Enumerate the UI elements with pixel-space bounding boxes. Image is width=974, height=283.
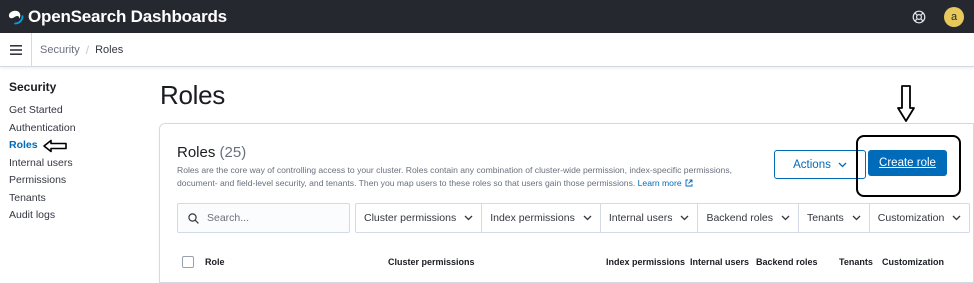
column-backend-roles[interactable]: Backend roles: [756, 257, 818, 267]
search-input[interactable]: [207, 212, 337, 224]
opensearch-logo-icon: [8, 10, 24, 24]
menu-toggle-button[interactable]: [0, 32, 32, 67]
filter-internal-users[interactable]: Internal users: [601, 204, 699, 232]
sidebar-item-label: Get Started: [9, 104, 63, 116]
filter-index-permissions[interactable]: Index permissions: [482, 204, 601, 232]
breadcrumb: Security / Roles: [40, 43, 123, 57]
chevron-down-icon: [464, 215, 473, 221]
filter-cluster-permissions[interactable]: Cluster permissions: [356, 204, 483, 232]
panel-title: Roles (25): [177, 144, 246, 161]
sidebar-item-label: Permissions: [9, 174, 67, 186]
sidebar-item-authentication[interactable]: Authentication: [9, 120, 139, 138]
filter-label: Cluster permissions: [364, 212, 457, 224]
sidebar-item-label: Tenants: [9, 191, 46, 204]
breadcrumb-bar: Security / Roles: [0, 32, 974, 67]
column-customization[interactable]: Customization: [882, 257, 944, 267]
help-icon[interactable]: [912, 10, 926, 24]
search-box[interactable]: [177, 203, 350, 233]
breadcrumb-security[interactable]: Security: [40, 44, 80, 56]
sidebar-item-tenants[interactable]: Tenants: [9, 190, 139, 208]
chevron-down-icon: [781, 215, 790, 221]
sidebar-item-label: Authentication: [9, 121, 76, 134]
filter-label: Customization: [877, 212, 945, 224]
sidebar-item-roles[interactable]: Roles: [9, 137, 139, 155]
select-all-checkbox[interactable]: [182, 256, 194, 268]
column-cluster-permissions[interactable]: Cluster permissions: [388, 257, 475, 267]
actions-button[interactable]: Actions: [774, 150, 866, 179]
sidebar-item-label: Audit logs: [9, 209, 56, 221]
sidebar-item-permissions[interactable]: Permissions: [9, 172, 139, 190]
filter-label: Backend roles: [706, 212, 773, 224]
learn-more-label: Learn more: [637, 177, 682, 188]
breadcrumb-roles: Roles: [95, 43, 124, 56]
column-index-permissions[interactable]: Index permissions: [606, 257, 685, 267]
filter-label: Internal users: [608, 212, 673, 224]
sidebar-item-internal-users[interactable]: Internal users: [9, 155, 139, 173]
top-header: OpenSearch Dashboards a: [0, 0, 974, 33]
chevron-down-icon: [952, 215, 961, 221]
header-actions: a: [912, 0, 964, 33]
sidebar-item-get-started[interactable]: Get Started: [9, 102, 139, 120]
filter-customization[interactable]: Customization: [870, 204, 970, 232]
sidebar-title: Security: [9, 80, 57, 94]
sidebar-item-audit-logs[interactable]: Audit logs: [9, 207, 139, 225]
hamburger-icon: [9, 44, 22, 55]
table-header: Role Cluster permissions Index permissio…: [160, 252, 974, 274]
filter-tenants[interactable]: Tenants: [799, 204, 870, 232]
brand-name: OpenSearch Dashboards: [28, 6, 227, 26]
create-role-label: Create role: [879, 157, 936, 169]
logo[interactable]: OpenSearch Dashboards: [8, 7, 227, 27]
chevron-down-icon: [680, 215, 689, 221]
column-role[interactable]: Role: [205, 257, 225, 267]
down-arrow-annotation-icon: [897, 85, 915, 122]
panel-title-text: Roles: [177, 144, 216, 161]
roles-panel: Roles (25) Roles are the core way of con…: [159, 85, 974, 283]
left-arrow-annotation-icon: [42, 139, 67, 153]
sidebar-item-label: Roles: [9, 139, 38, 151]
column-tenants[interactable]: Tenants: [839, 257, 873, 267]
filter-label: Index permissions: [490, 212, 575, 224]
filter-group: Cluster permissions Index permissions In…: [355, 203, 971, 233]
actions-label: Actions: [793, 158, 831, 171]
learn-more-link[interactable]: Learn more: [638, 178, 693, 188]
external-link-icon: [685, 179, 693, 186]
chevron-down-icon: [583, 215, 592, 221]
create-role-button[interactable]: Create role: [868, 150, 947, 176]
roles-count: (25): [219, 144, 247, 161]
user-avatar[interactable]: a: [944, 6, 964, 27]
search-icon: [188, 212, 199, 224]
column-internal-users[interactable]: Internal users: [690, 257, 749, 267]
filter-backend-roles[interactable]: Backend roles: [698, 204, 799, 232]
panel-description: Roles are the core way of controlling ac…: [177, 164, 767, 189]
filter-label: Tenants: [807, 212, 844, 224]
sidebar-item-label: Internal users: [9, 156, 73, 169]
chevron-down-icon: [838, 162, 847, 167]
breadcrumb-separator: /: [85, 42, 90, 57]
page-title: Roles: [160, 80, 225, 110]
chevron-down-icon: [852, 215, 861, 221]
security-sidebar: Security Get Started Authentication Role…: [9, 80, 139, 225]
